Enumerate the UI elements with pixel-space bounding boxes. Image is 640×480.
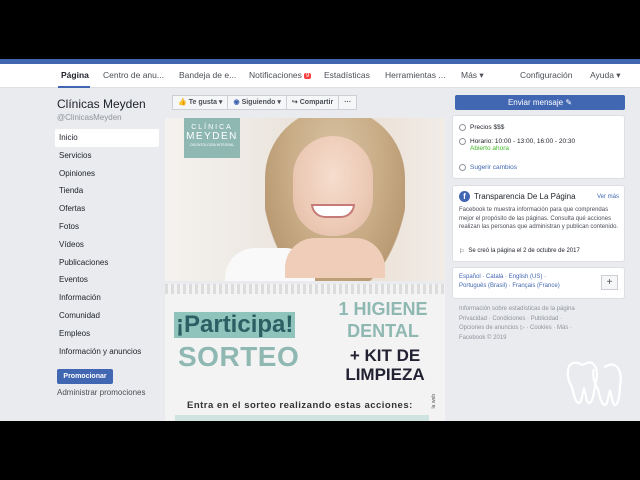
suggest-edits-link[interactable]: Sugerir cambios — [470, 164, 517, 171]
prize-line3: + KIT DE — [349, 346, 421, 365]
nav-tab-pagina[interactable]: Página — [61, 70, 89, 80]
post-prize-kit: + KIT DE LIMPIEZA — [337, 346, 433, 384]
post-instructions: Entra en el sorteo realizando estas acci… — [187, 400, 413, 411]
sidebar-item-tienda[interactable]: Tienda — [55, 182, 159, 200]
sidebar-item-empleos[interactable]: Empleos — [55, 325, 159, 343]
see-more-link[interactable]: Ver más — [597, 194, 619, 200]
page-created-row: ⚐ Se creó la página el 2 de octubre de 20… — [459, 248, 580, 255]
logo-line2: MEYDEN — [186, 131, 238, 142]
pinned-post-image[interactable]: ¡Participa! SORTEO 1 HIGIENE DENTAL + KIT… — [165, 284, 445, 421]
nav-tab-notificaciones-label: Notificaciones — [249, 70, 302, 80]
sidebar-item-publicaciones[interactable]: Publicaciones — [55, 254, 159, 272]
sidebar-item-videos[interactable]: Vídeos — [55, 236, 159, 254]
woman-face-shape — [293, 136, 373, 236]
follow-button[interactable]: ◉ Siguiendo ▾ — [228, 95, 287, 110]
hours-text: Horario: 10:00 - 13:00, 16:00 - 20:30 — [470, 138, 576, 145]
cover-photo[interactable]: CLÍNICA MEYDEN ODONTOLOGÍA INTEGRAL — [165, 118, 445, 281]
prize-line4: LIMPIEZA — [345, 365, 425, 384]
nav-tab-bandeja[interactable]: Bandeja de e... — [179, 70, 236, 80]
nav-tab-notificaciones[interactable]: Notificaciones 9 — [249, 70, 312, 80]
languages-line1[interactable]: Español · Català · English (US) · — [459, 274, 546, 280]
sidebar-item-comunidad[interactable]: Comunidad — [55, 307, 159, 325]
page-created-text: Se creó la página el 2 de octubre de 201… — [468, 248, 580, 254]
active-tab-underline — [58, 86, 90, 88]
nav-ayuda[interactable]: Ayuda ▾ — [590, 70, 621, 81]
share-button[interactable]: ↪ Compartir — [286, 95, 340, 110]
post-headline-participa: ¡Participa! — [174, 311, 296, 338]
woman-hand-shape — [285, 238, 385, 278]
prize-line2: DENTAL — [347, 321, 419, 341]
send-message-button[interactable]: Enviar mensaje ✎ — [455, 95, 625, 110]
facebook-icon: f — [459, 191, 470, 202]
add-language-button[interactable]: + — [601, 275, 618, 290]
footer-line4: Facebook © 2019 — [459, 334, 507, 341]
sidebar-item-ofertas[interactable]: Ofertas — [55, 200, 159, 218]
open-now-status: Abierto ahora — [470, 145, 510, 152]
prices-text: Precios $$$ — [470, 124, 505, 131]
footer-line3[interactable]: Opciones de anuncios ▷ · Cookies · Más · — [459, 324, 619, 334]
flag-icon: ⚐ — [459, 249, 465, 255]
page-info-card: Precios $$$ Horario: 10:00 - 13:00, 16:0… — [452, 115, 625, 179]
right-column: Enviar mensaje ✎ — [455, 95, 625, 110]
facebook-page-screen: Página Centro de anu... Bandeja de e... … — [0, 59, 640, 421]
pencil-icon — [459, 164, 466, 171]
sidebar-item-servicios[interactable]: Servicios — [55, 147, 159, 165]
sidebar-item-eventos[interactable]: Eventos — [55, 271, 159, 289]
post-prize-higiene: 1 HIGIENE DENTAL — [333, 298, 433, 342]
footer-line1[interactable]: Información sobre estadísticas de la pág… — [459, 305, 619, 315]
sidebar-item-fotos[interactable]: Fotos — [55, 218, 159, 236]
footer-line2[interactable]: Privacidad · Condiciones · Publicidad · — [459, 315, 619, 325]
tag-icon — [459, 124, 466, 131]
page-handle[interactable]: @ClinicasMeyden — [57, 113, 122, 122]
languages-list: Español · Català · English (US) · Portugu… — [459, 273, 560, 290]
tooth-watermark-icon — [566, 361, 622, 407]
page-title[interactable]: Clínicas Meyden — [57, 97, 146, 111]
languages-card: Español · Català · English (US) · Portugu… — [452, 267, 625, 299]
suggest-edits-row[interactable]: Sugerir cambios — [459, 164, 517, 171]
promote-button[interactable]: Promocionar — [57, 369, 113, 384]
sidebar-item-inicio[interactable]: Inicio — [55, 129, 159, 147]
post-bottom-bar — [175, 415, 429, 421]
nav-configuracion[interactable]: Configuración — [520, 70, 572, 80]
like-label: Te gusta ▾ — [188, 99, 223, 106]
logo-line3: ODONTOLOGÍA INTEGRAL — [189, 143, 235, 147]
clock-icon — [459, 138, 466, 145]
thumbs-up-icon: 👍 — [178, 99, 187, 106]
manage-promotions-link[interactable]: Administrar promociones — [57, 388, 145, 397]
languages-line2[interactable]: Português (Brasil) · Français (France) — [459, 283, 560, 289]
transparency-description: Facebook te muestra información para que… — [459, 207, 619, 230]
page-action-bar: 👍 Te gusta ▾ ◉ Siguiendo ▾ ↪ Compartir ··· — [172, 95, 358, 110]
follow-label: Siguiendo ▾ — [241, 99, 281, 106]
hours-row: Horario: 10:00 - 13:00, 16:00 - 20:30 Abi… — [459, 138, 575, 152]
like-button[interactable]: 👍 Te gusta ▾ — [172, 95, 229, 110]
transparency-title: Transparencia De La Página — [474, 192, 576, 201]
rss-icon: ◉ — [233, 99, 240, 106]
sidebar-item-info-anuncios[interactable]: Información y anuncios — [55, 343, 159, 361]
sidebar-item-opiniones[interactable]: Opiniones — [55, 165, 159, 183]
notification-count-badge: 9 — [303, 73, 312, 79]
post-headline-sorteo: SORTEO — [178, 341, 300, 372]
prices-row: Precios $$$ — [459, 124, 504, 131]
post-decor-stripe — [165, 284, 445, 294]
page-sidebar: Inicio Servicios Opiniones Tienda Oferta… — [55, 129, 159, 360]
nav-tab-centro-anuncios[interactable]: Centro de anu... — [103, 70, 164, 80]
prize-line1: 1 HIGIENE — [338, 299, 428, 319]
share-icon: ↪ — [291, 99, 298, 106]
nav-tab-estadisticas[interactable]: Estadísticas — [324, 70, 370, 80]
nav-tab-mas[interactable]: Más ▾ — [461, 70, 484, 81]
page-nav-bar: Página Centro de anu... Bandeja de e... … — [0, 64, 640, 88]
share-label: Compartir — [299, 99, 334, 106]
logo-line1: CLÍNICA — [191, 124, 233, 131]
clinic-logo: CLÍNICA MEYDEN ODONTOLOGÍA INTEGRAL — [184, 118, 240, 158]
more-options-button[interactable]: ··· — [339, 95, 358, 110]
transparency-card: f Transparencia De La Página Ver más Fac… — [452, 185, 625, 262]
post-side-text: la web — [431, 394, 437, 409]
nav-tab-herramientas[interactable]: Herramientas ... — [385, 70, 445, 80]
transparency-header: f Transparencia De La Página Ver más — [459, 191, 619, 202]
sidebar-item-informacion[interactable]: Información — [55, 289, 159, 307]
page-footer: Información sobre estadísticas de la pág… — [459, 305, 619, 343]
